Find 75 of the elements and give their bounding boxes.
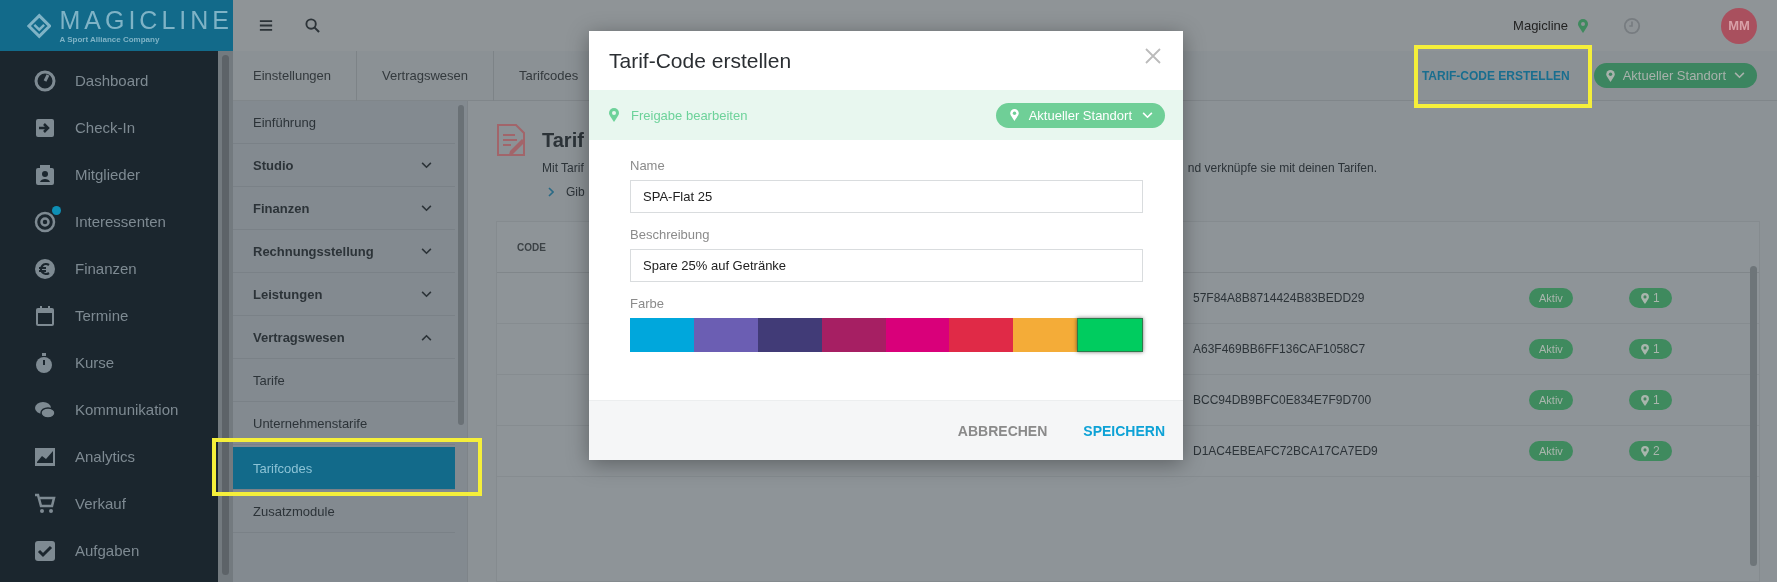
color-swatch[interactable]: [1077, 318, 1143, 352]
document-icon: [496, 123, 526, 157]
close-icon[interactable]: [1145, 47, 1161, 64]
color-swatch[interactable]: [630, 318, 694, 352]
chevron-down-icon: [1142, 111, 1153, 119]
color-swatch[interactable]: [1013, 318, 1078, 352]
user-avatar[interactable]: MM: [1721, 7, 1757, 44]
target-icon: [33, 209, 57, 234]
scrollbar-thumb[interactable]: [458, 105, 464, 425]
dialog-title: Tarif-Code erstellen: [609, 48, 792, 73]
scrollbar-thumb[interactable]: [222, 55, 229, 575]
location-count-badge: 1: [1629, 390, 1672, 410]
settings-nav-item[interactable]: Tarifcodes: [233, 447, 455, 490]
sidebar-item[interactable]: Analytics: [0, 433, 218, 480]
dialog-button[interactable]: ABBRECHEN: [957, 416, 1048, 445]
brand-name: MAGICLINE: [59, 7, 233, 33]
sidebar-item[interactable]: Kurse: [0, 339, 218, 386]
sidebar-item[interactable]: Termine: [0, 292, 218, 339]
color-swatch[interactable]: [821, 318, 886, 352]
checkbox-icon: [33, 538, 57, 563]
input-field[interactable]: Spare 25% auf Getränke: [630, 249, 1143, 282]
color-swatch[interactable]: [693, 318, 758, 352]
sidebar-item[interactable]: Verkauf: [0, 480, 218, 527]
hint-text: Gib: [566, 185, 585, 199]
status-badge: Aktiv: [1529, 339, 1573, 359]
calendar-icon: [33, 303, 57, 328]
intro-text: nd verknüpfe sie mit deinen Tarifen.: [1187, 161, 1378, 175]
location-dropdown[interactable]: Aktueller Standort: [995, 102, 1165, 128]
breadcrumb-link[interactable]: Vertragswesen: [357, 50, 495, 101]
color-swatch[interactable]: [757, 318, 822, 352]
pin-icon: [609, 108, 619, 122]
field-label: Beschreibung: [630, 227, 711, 242]
gauge-icon: [33, 68, 57, 93]
location-count-badge: 1: [1629, 288, 1672, 308]
status-badge: Aktiv: [1529, 390, 1573, 410]
search-icon[interactable]: [305, 18, 320, 33]
table-cell-text: 57F84A8B8714424B83BEDD29: [1193, 291, 1366, 305]
color-swatch[interactable]: [949, 318, 1014, 352]
column-header: CODE: [517, 241, 546, 253]
color-swatch[interactable]: [885, 318, 950, 352]
menu-icon[interactable]: [259, 19, 273, 32]
field-label: Name: [630, 158, 666, 173]
dialog-button[interactable]: SPEICHERN: [1083, 416, 1165, 445]
sidebar-item[interactable]: Finanzen: [0, 245, 218, 292]
location-count-badge: 1: [1629, 339, 1672, 359]
pin-icon: [1578, 18, 1588, 33]
intro-text: Mit Tarif: [542, 161, 584, 175]
status-badge: Aktiv: [1529, 288, 1573, 308]
sidebar-item[interactable]: Interessenten: [0, 198, 218, 245]
sidebar-item[interactable]: Check-In: [0, 104, 218, 151]
page-title: Tarif: [542, 128, 584, 152]
sidebar-item[interactable]: Dashboard: [0, 57, 218, 104]
location-count-badge: 2: [1629, 441, 1672, 461]
table-cell-text: A63F469BB6FF136CAF1058C7: [1193, 342, 1367, 356]
sidebar-item[interactable]: Mitglieder: [0, 151, 218, 198]
table-cell-text: BCC94DB9BFC0E834E7F9D700: [1193, 393, 1373, 407]
sidebar-item[interactable]: Kommunikation: [0, 386, 218, 433]
breadcrumb-link[interactable]: Einstellungen: [233, 50, 358, 101]
chevron-down-icon: [1734, 72, 1745, 79]
input-field[interactable]: SPA-Flat 25: [630, 180, 1143, 213]
brand-tagline: A Sport Alliance Company: [59, 35, 161, 44]
id-card-icon: [33, 162, 57, 187]
status-badge: Aktiv: [1529, 441, 1573, 461]
table-cell-text: D1AC4EBEAFC72BCA17CA7ED9: [1193, 444, 1379, 458]
location-name: Magicline: [1513, 18, 1568, 33]
clock-icon[interactable]: [1623, 16, 1641, 35]
location-dropdown[interactable]: Aktueller Standort: [1593, 63, 1757, 88]
sidebar-item[interactable]: Aufgaben: [0, 527, 218, 574]
cart-icon: [33, 491, 57, 516]
scrollbar-thumb[interactable]: [1750, 266, 1757, 566]
euro-icon: [33, 256, 57, 281]
pin-icon: [1009, 109, 1019, 121]
pin-icon: [1605, 69, 1615, 82]
chevron-right-icon: [548, 187, 554, 197]
field-label: Farbe: [630, 296, 665, 311]
